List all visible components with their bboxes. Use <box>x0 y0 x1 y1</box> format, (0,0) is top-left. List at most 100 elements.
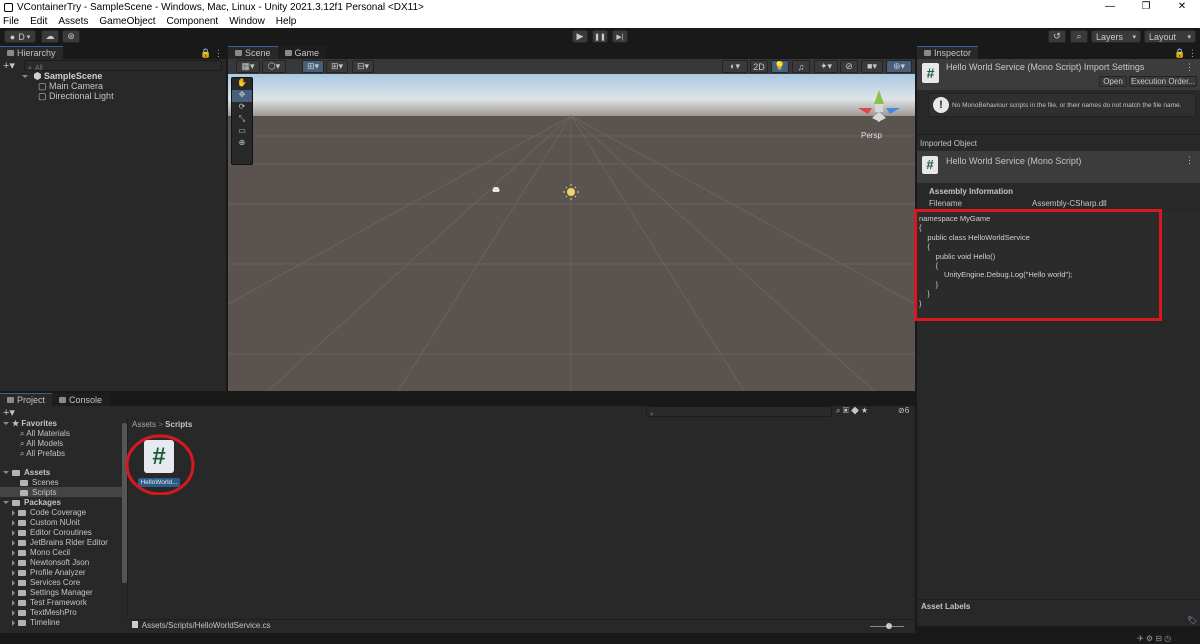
align-button[interactable]: ⊟▾ <box>352 60 374 73</box>
panel-options-icon[interactable]: 🔒 ⋮ <box>1174 48 1197 59</box>
tab-inspector[interactable]: Inspector <box>917 46 979 59</box>
tab-hierarchy[interactable]: Hierarchy <box>0 46 63 59</box>
favorites-row[interactable]: ★ Favorites <box>3 419 57 428</box>
history-button[interactable]: ↺ <box>1048 30 1066 43</box>
rect-tool-button[interactable]: ▭ <box>232 126 252 138</box>
rotate-tool-button[interactable]: ⟳ <box>232 102 252 114</box>
package-item[interactable]: Settings Manager <box>12 588 93 597</box>
execution-order-button[interactable]: Execution Order... <box>1129 76 1197 87</box>
status-icons[interactable]: ✈ ⚙ ⊟ ◷ <box>1137 634 1171 643</box>
minimize-button[interactable]: — <box>1092 0 1128 14</box>
cloud-button[interactable]: ☁ <box>41 30 59 43</box>
favorite-item[interactable]: ⌕ All Materials <box>20 429 70 439</box>
mode-2d-button[interactable]: 2D <box>750 60 768 73</box>
gizmos-dropdown[interactable]: ⊕▾ <box>886 60 912 73</box>
package-item[interactable]: JetBrains Rider Editor <box>12 538 108 547</box>
camera-settings-dropdown[interactable]: ■▾ <box>861 60 883 73</box>
search-icon: ⌕ <box>20 429 25 438</box>
collab-icon: ⊛ <box>67 31 75 41</box>
folder-item[interactable]: Scenes <box>20 478 59 487</box>
close-button[interactable]: ✕ <box>1164 0 1200 14</box>
hand-tool-button[interactable]: ✋ <box>232 78 252 90</box>
package-item[interactable]: Newtonsoft Json <box>12 558 89 567</box>
menu-window[interactable]: Window <box>229 16 265 27</box>
package-item[interactable]: Test Framework <box>12 598 87 607</box>
layout-dropdown[interactable]: Layout ▾ <box>1144 30 1196 43</box>
imported-object-header: # Hello World Service (Mono Script) ⋮ <box>917 151 1200 183</box>
filename-value: Assembly-CSharp.dll <box>1032 199 1107 208</box>
project-search-input[interactable]: ⌕ <box>646 406 832 418</box>
tab-project[interactable]: Project <box>0 393 53 406</box>
more-options-icon[interactable]: ⋮ <box>1185 155 1194 166</box>
divider <box>917 134 1200 135</box>
hierarchy-tabstrip: Hierarchy <box>0 46 226 59</box>
collab-button[interactable]: ⊛ <box>62 30 80 43</box>
packages-row[interactable]: Packages <box>3 498 61 507</box>
hand-icon: ✋ <box>237 78 247 87</box>
step-button[interactable]: ▶| <box>612 30 628 43</box>
persp-label[interactable]: Persp <box>861 131 882 140</box>
package-item[interactable]: Timeline <box>12 618 60 627</box>
csharp-script-icon: # <box>922 63 939 83</box>
tab-game[interactable]: Game <box>277 46 327 59</box>
expand-arrow-icon <box>12 589 15 596</box>
breadcrumb-current[interactable]: Scripts <box>165 420 192 429</box>
breadcrumb-root[interactable]: Assets <box>132 420 156 429</box>
package-item[interactable]: TextMeshPro <box>12 608 77 617</box>
package-item[interactable]: Editor Coroutines <box>12 528 92 537</box>
scene-viewport[interactable]: Persp <box>228 74 915 391</box>
pause-button[interactable]: ❚❚ <box>592 30 608 43</box>
search-filter-icons[interactable]: ⌕ ▣ ◆ ★ <box>836 406 868 416</box>
tab-scene[interactable]: Scene <box>228 46 278 59</box>
assets-row[interactable]: Assets <box>3 468 50 477</box>
selected-folder-row[interactable] <box>0 487 122 497</box>
maximize-button[interactable]: ❐ <box>1128 0 1164 14</box>
hierarchy-item[interactable]: ▢ Directional Light <box>38 91 114 102</box>
folder-icon <box>7 397 14 403</box>
hierarchy-search-input[interactable]: ⌕ All <box>24 60 222 72</box>
hidden-packages-toggle[interactable]: ⊘6 <box>898 406 909 415</box>
menu-help[interactable]: Help <box>276 16 297 27</box>
hidden-objects-toggle[interactable]: ⊘ <box>840 60 858 73</box>
menu-assets[interactable]: Assets <box>58 16 88 27</box>
tab-console[interactable]: Console <box>52 393 110 406</box>
more-options-icon[interactable]: ⋮ <box>1185 62 1194 73</box>
menu-gameobject[interactable]: GameObject <box>99 16 155 27</box>
menu-file[interactable]: File <box>3 16 19 27</box>
layers-dropdown[interactable]: Layers ▾ <box>1091 30 1141 43</box>
menu-component[interactable]: Component <box>167 16 219 27</box>
menu-edit[interactable]: Edit <box>30 16 47 27</box>
grid-snap-button[interactable]: ⊞▾ <box>302 60 324 73</box>
zoom-slider-thumb[interactable] <box>886 623 892 629</box>
scale-tool-button[interactable]: ⤡ <box>232 114 252 126</box>
effects-dropdown[interactable]: ✦▾ <box>814 60 838 73</box>
move-tool-button[interactable]: ✥ <box>232 90 252 102</box>
favorite-item[interactable]: ⌕ All Prefabs <box>20 449 65 459</box>
folder-icon <box>18 559 26 566</box>
transform-tool-button[interactable]: ⊕ <box>232 138 252 150</box>
package-item[interactable]: Services Core <box>12 578 80 587</box>
shading-dropdown[interactable]: ◐▾ <box>722 60 748 73</box>
search-button[interactable]: ⌕ <box>1070 30 1088 43</box>
packages-label: Packages <box>24 498 61 507</box>
lighting-toggle[interactable]: 💡 <box>771 60 789 73</box>
add-button[interactable]: +▾ <box>3 59 15 72</box>
increment-snap-button[interactable]: ⊞▾ <box>326 60 348 73</box>
account-dropdown[interactable]: ● D ▾ <box>4 30 36 43</box>
audio-toggle[interactable]: ♫ <box>792 60 810 73</box>
package-label: Profile Analyzer <box>30 568 86 577</box>
panel-options-icon[interactable]: 🔒 ⋮ <box>200 48 223 59</box>
package-item[interactable]: Profile Analyzer <box>12 568 86 577</box>
tag-icon[interactable]: 🏷 <box>1187 616 1197 625</box>
package-item[interactable]: Custom NUnit <box>12 518 80 527</box>
folder-item[interactable]: Scripts <box>20 488 56 497</box>
draw-mode-dropdown[interactable]: ▦▾ <box>236 60 260 73</box>
favorite-item[interactable]: ⌕ All Models <box>20 439 63 449</box>
package-item[interactable]: Mono Cecil <box>12 548 70 557</box>
play-button[interactable]: ▶ <box>572 30 588 43</box>
warning-box: ! No MonoBehaviour scripts in the file, … <box>928 93 1196 117</box>
folder-icon <box>18 619 26 626</box>
package-item[interactable]: Code Coverage <box>12 508 86 517</box>
render-mode-dropdown[interactable]: ⬡▾ <box>262 60 286 73</box>
open-button[interactable]: Open <box>1099 76 1127 87</box>
